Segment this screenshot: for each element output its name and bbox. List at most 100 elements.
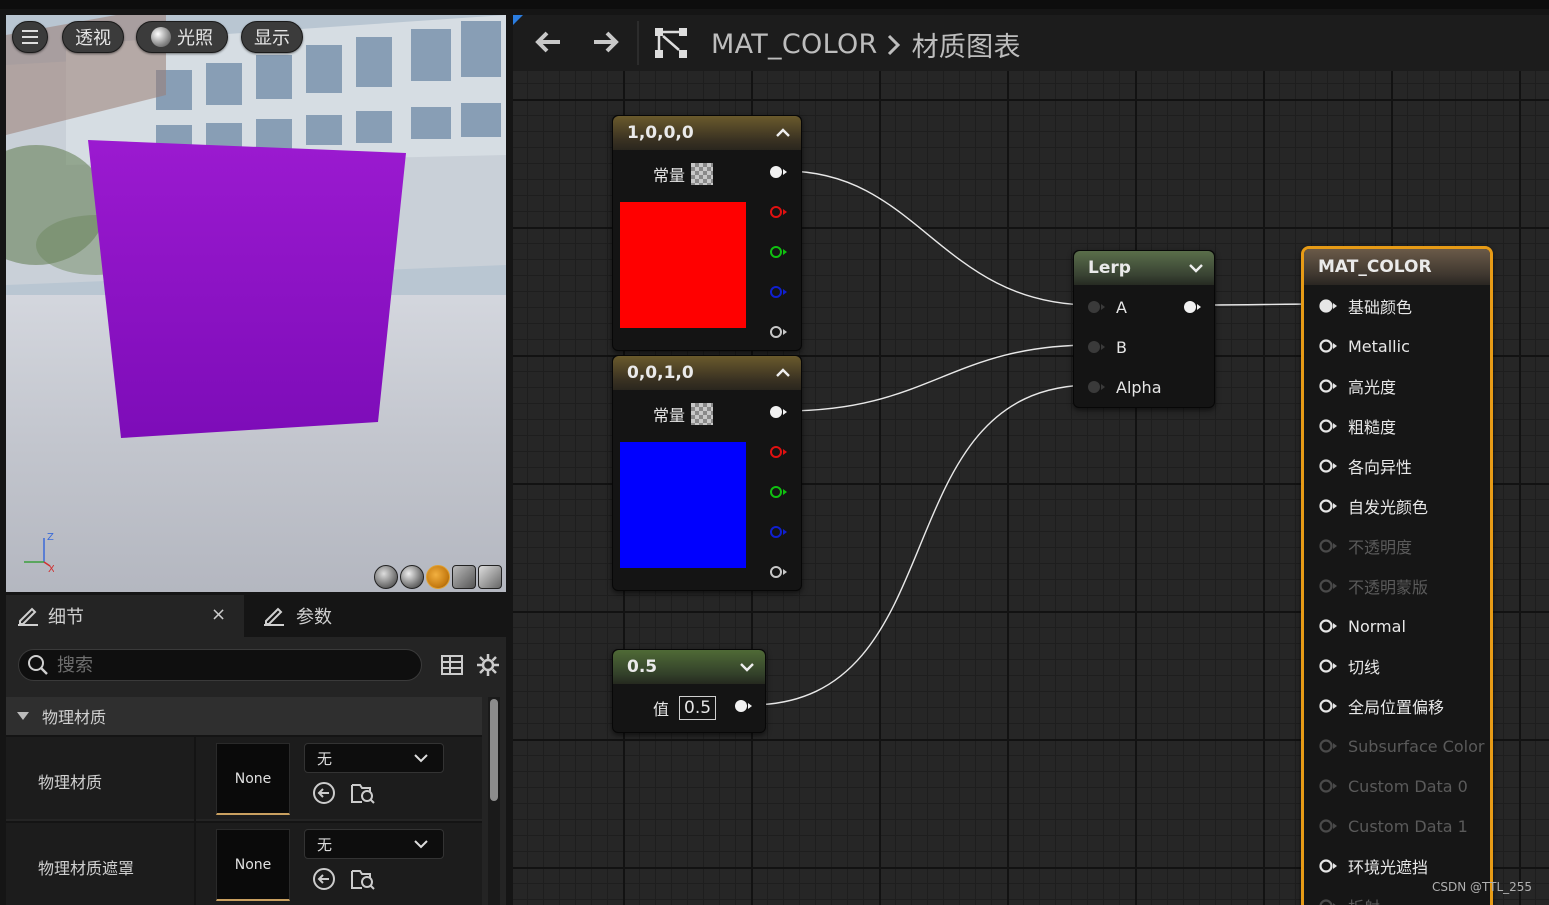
node-title[interactable]: MAT_COLOR [1304, 249, 1490, 285]
details-search-input[interactable] [57, 654, 397, 676]
material-input-pin[interactable]: Custom Data 0 [1318, 775, 1468, 797]
pin-label: 全局位置偏移 [1348, 698, 1445, 717]
perspective-button[interactable]: 透视 [62, 21, 124, 53]
material-input-pin[interactable]: 全局位置偏移 [1318, 695, 1444, 717]
preview-viewport[interactable]: 透视 光照 显示 Z X [6, 15, 506, 592]
asset-picker-combo[interactable]: 无 [304, 743, 444, 773]
scalar-node[interactable]: 0.5 值 0.5 [612, 649, 766, 733]
material-input-pin[interactable]: 不透明度 [1318, 535, 1412, 557]
material-input-pin[interactable]: Subsurface Color [1318, 735, 1484, 757]
pin-label: Custom Data 1 [1348, 816, 1468, 836]
preview-mesh-toolbar [374, 565, 502, 589]
node-title[interactable]: Lerp [1074, 251, 1214, 285]
use-selected-arrow-icon[interactable] [312, 867, 336, 891]
viewport-menu-button[interactable] [12, 21, 48, 53]
pin-output-icon[interactable] [1182, 299, 1202, 315]
material-input-pin[interactable]: 粗糙度 [1318, 415, 1396, 437]
lerp-input-a[interactable]: A [1086, 297, 1127, 317]
pin-input-icon [1319, 699, 1337, 713]
pin-output-b-icon[interactable] [768, 284, 788, 300]
edit-icon [264, 607, 284, 626]
breadcrumb-asset[interactable]: MAT_COLOR [711, 29, 878, 60]
browse-folder-icon[interactable] [350, 781, 376, 805]
lerp-input-b[interactable]: B [1086, 337, 1127, 357]
pin-output-b-icon[interactable] [768, 524, 788, 540]
color-swatch-blue[interactable] [620, 442, 746, 568]
pin-output-rgba-icon[interactable] [768, 404, 788, 420]
chevron-down-icon[interactable] [1188, 260, 1204, 276]
material-input-pin[interactable]: 不透明蒙版 [1318, 575, 1428, 597]
table-view-icon[interactable] [440, 654, 464, 676]
node-title[interactable]: 0.5 [613, 650, 765, 684]
show-button[interactable]: 显示 [241, 21, 303, 53]
lerp-input-alpha[interactable]: Alpha [1086, 377, 1162, 397]
asset-thumbnail[interactable]: None [216, 743, 290, 815]
constant-label: 常量 [653, 406, 686, 425]
cube-mesh-icon[interactable] [452, 565, 476, 589]
pin-input-icon [1319, 859, 1337, 873]
material-input-pin[interactable]: 自发光颜色 [1318, 495, 1428, 517]
tab-close-button[interactable]: × [211, 604, 226, 625]
property-label: 物理材质遮罩 [38, 859, 135, 878]
node-title[interactable]: 1,0,0,0 [613, 116, 801, 150]
lighting-button[interactable]: 光照 [136, 21, 228, 53]
details-search-box[interactable] [18, 649, 422, 681]
material-output-node[interactable]: MAT_COLOR 基础颜色 Metallic 高光度粗糙度各向异性自发光颜色不透明… [1301, 246, 1493, 905]
asset-thumbnail[interactable]: None [216, 829, 290, 901]
breadcrumb-graph[interactable]: 材质图表 [912, 25, 1021, 64]
pin-output-a-icon[interactable] [768, 324, 788, 340]
sphere-mesh-icon[interactable] [400, 565, 424, 589]
tab-details[interactable]: 细节 [6, 595, 244, 637]
cylinder-mesh-icon[interactable] [374, 565, 398, 589]
pin-output-r-icon[interactable] [768, 444, 788, 460]
material-input-pin[interactable]: 各向异性 [1318, 455, 1412, 477]
color-swatch-red[interactable] [620, 202, 746, 328]
edit-icon [18, 607, 38, 626]
chevron-up-icon[interactable] [775, 365, 791, 381]
forward-arrow-icon[interactable] [591, 27, 621, 57]
chevron-down-icon[interactable] [739, 659, 755, 675]
browse-folder-icon[interactable] [350, 867, 376, 891]
material-input-pin[interactable]: 基础颜色 [1318, 295, 1412, 317]
material-input-pin[interactable]: Normal [1318, 615, 1406, 637]
pin-label: 折射 [1348, 894, 1380, 905]
pin-input-icon [1319, 459, 1337, 473]
axis-z-label: Z [47, 532, 54, 543]
details-scrollbar[interactable] [488, 697, 500, 905]
pin-output-a-icon[interactable] [768, 564, 788, 580]
constant-vector-node-red[interactable]: 1,0,0,0 常量 [612, 115, 802, 351]
checker-icon [691, 403, 714, 425]
lighting-sphere-icon [151, 27, 171, 47]
axis-x-label: X [48, 564, 54, 572]
node-title-label: Lerp [1088, 258, 1131, 278]
settings-gear-icon[interactable] [476, 653, 500, 677]
node-title[interactable]: 0,0,1,0 [613, 356, 801, 390]
property-divider [194, 737, 196, 821]
tab-parameters[interactable]: 参数 [254, 595, 504, 637]
asset-actions [312, 781, 376, 805]
material-input-pin[interactable]: 高光度 [1318, 375, 1396, 397]
constant-vector-node-blue[interactable]: 0,0,1,0 常量 [612, 355, 802, 591]
material-input-pin[interactable]: 折射 [1318, 895, 1380, 905]
pin-output-icon[interactable] [733, 698, 753, 714]
pin-output-rgba-icon[interactable] [768, 164, 788, 180]
category-physical-material[interactable]: 物理材质 [6, 697, 482, 735]
material-input-pin[interactable]: Custom Data 1 [1318, 815, 1468, 837]
pin-output-r-icon[interactable] [768, 204, 788, 220]
use-selected-arrow-icon[interactable] [312, 781, 336, 805]
custom-mesh-icon[interactable] [478, 565, 502, 589]
material-input-pin[interactable]: Metallic [1318, 335, 1410, 357]
constant-label: 常量 [653, 166, 686, 185]
plane-mesh-icon[interactable] [426, 565, 450, 589]
scrollbar-thumb[interactable] [490, 699, 498, 801]
pin-label: Normal [1348, 616, 1406, 636]
lerp-node[interactable]: Lerp A B Alpha [1073, 250, 1215, 408]
asset-picker-combo[interactable]: 无 [304, 829, 444, 859]
material-input-pin[interactable]: 切线 [1318, 655, 1380, 677]
chevron-up-icon[interactable] [775, 125, 791, 141]
pin-output-g-icon[interactable] [768, 484, 788, 500]
back-arrow-icon[interactable] [533, 27, 563, 57]
scalar-value-field[interactable]: 0.5 [679, 696, 717, 720]
pin-output-g-icon[interactable] [768, 244, 788, 260]
material-input-pin[interactable]: 环境光遮挡 [1318, 855, 1428, 877]
